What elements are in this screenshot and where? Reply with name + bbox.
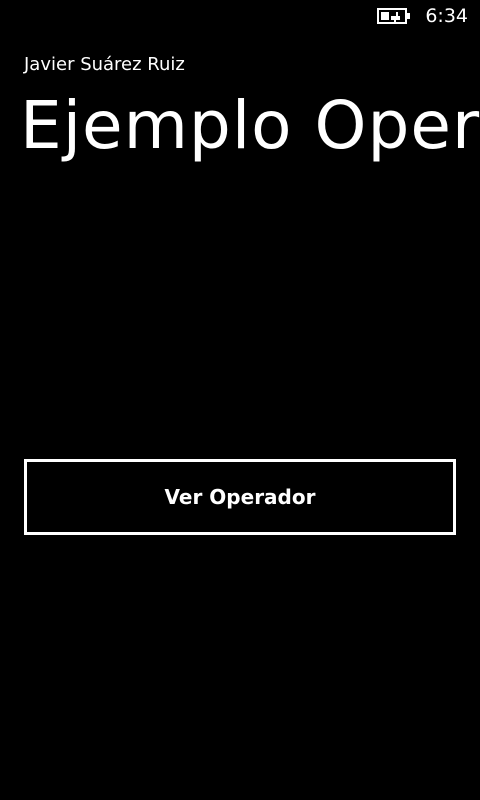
page-title: Ejemplo Operador [20,87,480,164]
status-time: 6:34 [425,5,468,27]
status-bar: 6:34 [0,0,480,32]
ver-operador-button[interactable]: Ver Operador [24,459,456,535]
battery-charging-icon [377,8,410,24]
page-title-container: Ejemplo Operador [0,80,480,180]
app-name: Javier Suárez Ruiz [24,54,185,75]
